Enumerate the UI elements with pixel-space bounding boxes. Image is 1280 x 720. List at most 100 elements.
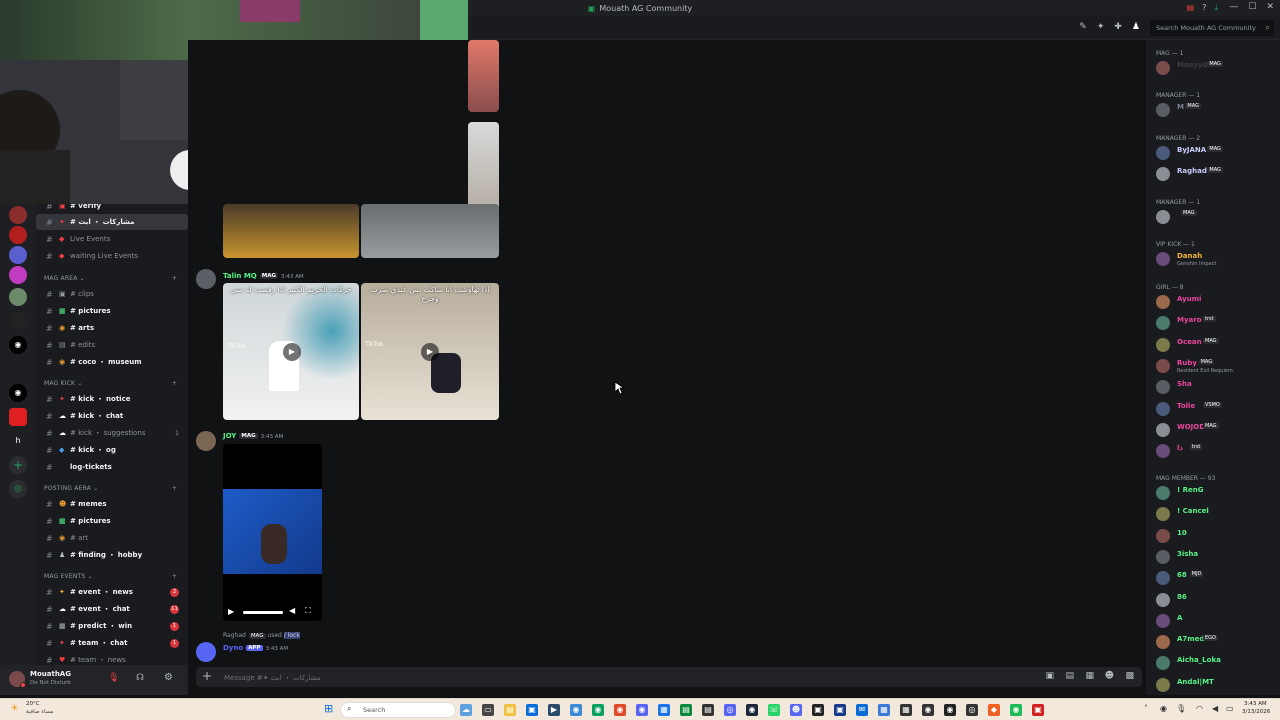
channel-item[interactable]: # ▦ # pictures: [36, 513, 188, 529]
server-icon[interactable]: [9, 206, 27, 224]
server-icon[interactable]: [9, 246, 27, 264]
taskbar-app-icon[interactable]: ▣: [834, 704, 846, 716]
play-icon[interactable]: ▶: [283, 343, 301, 361]
category-events[interactable]: MAG EVENTS ⌄ +: [44, 573, 177, 580]
explore-icon[interactable]: ◎: [9, 480, 27, 498]
maximize-button[interactable]: ☐: [1248, 2, 1256, 12]
member-item[interactable]: M MAG: [1146, 100, 1280, 120]
taskbar-app-icon[interactable]: ◉: [922, 704, 934, 716]
channel-item[interactable]: # ✦ # مشاركات ・ ابث: [36, 214, 188, 230]
video-attachment[interactable]: حركات الحريم الكثير اذا رفضت له شي TikTo…: [223, 283, 359, 420]
member-item[interactable]: ByJANA MAG: [1146, 143, 1280, 163]
taskbar-app-icon[interactable]: ☁: [460, 704, 472, 716]
taskbar-app-icon[interactable]: ◎: [966, 704, 978, 716]
play-icon[interactable]: ▶: [421, 343, 439, 361]
taskbar-app-icon[interactable]: ◉: [636, 704, 648, 716]
taskbar-app-icon[interactable]: ▭: [482, 704, 494, 716]
threads-icon[interactable]: ✎: [1079, 22, 1087, 32]
help-icon[interactable]: ?: [1202, 3, 1206, 13]
category-posting[interactable]: POSTING AERA ⌄ +: [44, 485, 177, 492]
message-author[interactable]: Dyno APP 3:43 AM: [223, 644, 288, 652]
taskbar-app-icon[interactable]: ◉: [944, 704, 956, 716]
taskbar-app-icon[interactable]: ◉: [570, 704, 582, 716]
category-mag-kick[interactable]: MAG KICK ⌄ +: [44, 380, 177, 387]
video-player[interactable]: ▶ ◀ ⛶: [223, 444, 322, 621]
channel-item[interactable]: # ▤ # edits: [36, 337, 188, 353]
network-icon[interactable]: ◉: [1160, 704, 1167, 713]
mic-icon[interactable]: 🎙: [1176, 704, 1186, 713]
member-item[interactable]: Aicha_Loka: [1146, 653, 1280, 673]
mute-mic-icon[interactable]: 🎙: [108, 673, 119, 683]
taskbar-app-icon[interactable]: ◉: [1010, 704, 1022, 716]
message-input[interactable]: Message #✦ مشاركات ・ ابث: [224, 673, 321, 683]
fullscreen-icon[interactable]: ⛶: [305, 606, 311, 616]
windows-start-icon[interactable]: ⊞: [324, 702, 333, 715]
server-icon[interactable]: [9, 266, 27, 284]
member-item[interactable]: ! RenG: [1146, 483, 1280, 503]
channel-item[interactable]: # ▦ # pictures: [36, 303, 188, 319]
member-item[interactable]: WOJOD MAG: [1146, 420, 1280, 440]
taskbar-app-icon[interactable]: ▤: [702, 704, 714, 716]
search-input[interactable]: Search Mouath AG Community ⌕: [1150, 20, 1274, 36]
channel-item[interactable]: # ♟ # finding ・ hobby: [36, 547, 188, 563]
taskbar-app-icon[interactable]: ▦: [878, 704, 890, 716]
emoji-icon[interactable]: ☻: [1105, 671, 1114, 681]
avatar[interactable]: [196, 269, 216, 289]
taskbar-app-icon[interactable]: ◆: [988, 704, 1000, 716]
channel-item[interactable]: # ▦ # predict ・ win 1: [36, 618, 188, 634]
progress-bar[interactable]: [243, 611, 283, 614]
taskbar-app-icon[interactable]: ▦: [658, 704, 670, 716]
wifi-icon[interactable]: ◠: [1196, 704, 1203, 713]
taskbar-app-icon[interactable]: ▣: [1032, 704, 1044, 716]
inbox-icon[interactable]: ▤: [1187, 3, 1195, 13]
server-icon[interactable]: [9, 408, 27, 426]
notification-icon[interactable]: ✦: [1097, 22, 1105, 32]
gift-icon[interactable]: ▣: [1045, 671, 1054, 681]
minimize-button[interactable]: —: [1229, 2, 1238, 12]
taskbar-app-icon[interactable]: ◉: [746, 704, 758, 716]
channel-item[interactable]: # ◆ Live Events: [36, 231, 188, 247]
headphones-icon[interactable]: ☊: [136, 673, 144, 683]
member-item[interactable]: Ayumi: [1146, 292, 1280, 312]
member-item[interactable]: Raghad MAG: [1146, 164, 1280, 184]
member-item[interactable]: Myaro trst: [1146, 313, 1280, 333]
taskbar-app-icon[interactable]: ▣: [812, 704, 824, 716]
add-server-icon[interactable]: +: [9, 456, 27, 474]
weather-icon[interactable]: ☀: [10, 703, 19, 714]
message-author[interactable]: Talin MQ MAG 3:43 AM: [223, 272, 304, 280]
channel-item[interactable]: # ◆ # kick ・ og: [36, 442, 188, 458]
pinned-icon[interactable]: ✚: [1114, 22, 1122, 32]
member-item[interactable]: 86: [1146, 590, 1280, 610]
image-attachment[interactable]: [468, 40, 499, 112]
apps-icon[interactable]: ▩: [1125, 671, 1134, 681]
channel-item[interactable]: # ◉ # coco ・ museum: [36, 354, 188, 370]
member-item[interactable]: 3isha: [1146, 547, 1280, 567]
volume-icon[interactable]: ◀: [289, 606, 295, 615]
channel-item[interactable]: # ♥ # team ・ news: [36, 652, 188, 665]
battery-icon[interactable]: ▭: [1226, 704, 1234, 713]
taskbar-app-icon[interactable]: ✉: [856, 704, 868, 716]
member-item[interactable]: A7med EGO: [1146, 632, 1280, 652]
channel-item[interactable]: # ☁ # kick ・ chat: [36, 408, 188, 424]
taskbar-app-icon[interactable]: ☏: [768, 704, 780, 716]
member-list-icon[interactable]: ♟: [1132, 22, 1140, 32]
add-attachment-icon[interactable]: +: [202, 669, 212, 683]
taskbar-app-icon[interactable]: ▶: [548, 704, 560, 716]
taskbar-app-icon[interactable]: ◉: [614, 704, 626, 716]
member-item[interactable]: Moayyd MAG: [1146, 58, 1280, 78]
taskbar-app-icon[interactable]: ▣: [526, 704, 538, 716]
channel-item[interactable]: # ☁ # kick ・ suggestions 1: [36, 425, 188, 441]
channel-item[interactable]: # ◆ waiting Live Events: [36, 248, 188, 264]
message-author[interactable]: JOY MAG 3:43 AM: [223, 432, 283, 440]
taskbar-app-icon[interactable]: ▤: [504, 704, 516, 716]
member-item[interactable]: Ocean MAG: [1146, 335, 1280, 355]
channel-item[interactable]: # ◉ # art: [36, 530, 188, 546]
avatar[interactable]: [196, 431, 216, 451]
member-item[interactable]: Ruby MAG Resident Evil Requiem: [1146, 356, 1280, 376]
member-item[interactable]: 68 MJD: [1146, 568, 1280, 588]
taskbar-app-icon[interactable]: ☻: [790, 704, 802, 716]
channel-item[interactable]: # ▣ # verify: [36, 204, 188, 214]
settings-gear-icon[interactable]: ⚙: [164, 672, 173, 683]
add-channel-icon[interactable]: +: [172, 573, 177, 580]
taskbar-app-icon[interactable]: ▤: [680, 704, 692, 716]
